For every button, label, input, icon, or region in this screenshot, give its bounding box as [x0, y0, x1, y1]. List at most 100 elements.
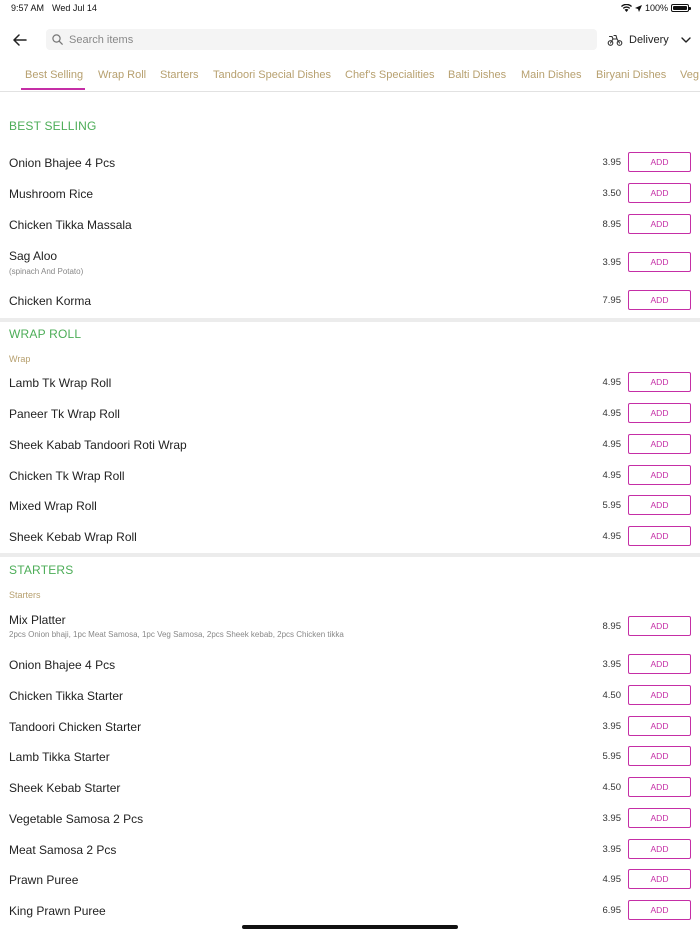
menu-item-name: Chicken Tikka Starter: [9, 689, 124, 703]
menu-item-price: 3.50: [602, 188, 622, 199]
menu-item-name: Prawn Puree: [9, 873, 79, 887]
menu-item-price: 8.95: [602, 219, 622, 230]
menu-item-price: 4.95: [602, 470, 622, 481]
menu-item-name: Lamb Tikka Starter: [9, 750, 110, 764]
delivery-selector[interactable]: Delivery: [607, 30, 691, 50]
status-bar: 9:57 AM Wed Jul 14 100%: [0, 0, 700, 18]
menu-item-price: 3.95: [602, 257, 622, 268]
menu-item-name: Chicken Korma: [9, 294, 92, 308]
wifi-icon: [620, 4, 632, 12]
add-button[interactable]: ADD: [628, 403, 691, 423]
chevron-down-icon: [681, 37, 691, 43]
add-button[interactable]: ADD: [628, 495, 691, 515]
add-button[interactable]: ADD: [628, 252, 691, 272]
menu-item-price: 3.95: [602, 721, 622, 732]
category-tabs: Best Selling Wrap Roll Starters Tandoori…: [0, 62, 700, 92]
status-right: 100%: [620, 3, 691, 13]
add-button[interactable]: ADD: [628, 746, 691, 766]
add-button[interactable]: ADD: [628, 808, 691, 828]
tab-chefs-specialities[interactable]: Chef's Specialities: [345, 69, 435, 89]
menu-item-price: 4.95: [602, 874, 622, 885]
section-divider: [0, 318, 700, 322]
section-subtitle: Wrap: [9, 354, 31, 364]
add-button[interactable]: ADD: [628, 869, 691, 889]
add-button[interactable]: ADD: [628, 616, 691, 636]
add-button[interactable]: ADD: [628, 900, 691, 920]
menu-item-price: 6.95: [602, 905, 622, 916]
search-icon: [52, 34, 63, 45]
menu-item-name: Onion Bhajee 4 Pcs: [9, 658, 116, 672]
status-time: 9:57 AM: [11, 3, 45, 13]
delivery-label: Delivery: [629, 34, 669, 46]
menu-item-name: Mushroom Rice: [9, 187, 94, 201]
back-button[interactable]: [10, 30, 30, 50]
tab-tandoori-special-dishes[interactable]: Tandoori Special Dishes: [213, 69, 331, 89]
status-date: Wed Jul 14: [52, 3, 97, 13]
battery-fill: [673, 6, 687, 10]
add-button[interactable]: ADD: [628, 839, 691, 859]
menu-item-name: Mixed Wrap Roll: [9, 499, 97, 513]
menu-item-price: 7.95: [602, 295, 622, 306]
menu-item-name: Chicken Tk Wrap Roll: [9, 469, 125, 483]
scooter-icon: [607, 34, 623, 46]
add-button[interactable]: ADD: [628, 372, 691, 392]
menu-item-price: 5.95: [602, 500, 622, 511]
search-box[interactable]: [46, 29, 597, 50]
add-button[interactable]: ADD: [628, 716, 691, 736]
tab-main-dishes[interactable]: Main Dishes: [521, 69, 582, 89]
menu-item-name: Vegetable Samosa 2 Pcs: [9, 812, 144, 826]
add-button[interactable]: ADD: [628, 465, 691, 485]
section-divider: [0, 553, 700, 557]
section-subtitle: Starters: [9, 590, 41, 600]
tab-best-selling[interactable]: Best Selling: [25, 69, 83, 89]
menu-item-price: 8.95: [602, 621, 622, 632]
menu-item-price: 3.95: [602, 157, 622, 168]
menu-item-description: 2pcs Onion bhaji, 1pc Meat Samosa, 1pc V…: [9, 630, 344, 639]
menu-item-price: 4.95: [602, 439, 622, 450]
menu-item-name: Lamb Tk Wrap Roll: [9, 376, 112, 390]
section-title-wrap-roll: WRAP ROLL: [9, 327, 82, 341]
menu-item-name: King Prawn Puree: [9, 904, 106, 918]
menu-item-name: Tandoori Chicken Starter: [9, 720, 142, 734]
location-arrow-icon: [634, 4, 642, 12]
add-button[interactable]: ADD: [628, 654, 691, 674]
menu-item-price: 4.50: [602, 782, 622, 793]
section-title-starters: STARTERS: [9, 563, 74, 577]
add-button[interactable]: ADD: [628, 685, 691, 705]
menu-item-description: (spinach And Potato): [9, 267, 84, 276]
section-title-best-selling: BEST SELLING: [9, 119, 97, 133]
home-indicator[interactable]: [242, 925, 458, 929]
menu-item-name: Sheek Kebab Starter: [9, 781, 121, 795]
menu-item-price: 4.95: [602, 408, 622, 419]
battery-percent: 100%: [644, 3, 668, 13]
menu-item-name: Meat Samosa 2 Pcs: [9, 843, 117, 857]
add-button[interactable]: ADD: [628, 214, 691, 234]
menu-item-price: 3.95: [602, 813, 622, 824]
active-tab-indicator: [21, 88, 85, 90]
menu-item-name: Mix Platter: [9, 613, 66, 627]
tab-starters[interactable]: Starters: [160, 69, 199, 89]
menu-item-price: 3.95: [602, 659, 622, 670]
menu-item-price: 4.95: [602, 377, 622, 388]
menu-item-price: 5.95: [602, 751, 622, 762]
tab-veg[interactable]: Veg: [680, 69, 699, 89]
add-button[interactable]: ADD: [628, 152, 691, 172]
add-button[interactable]: ADD: [628, 777, 691, 797]
tab-balti-dishes[interactable]: Balti Dishes: [448, 69, 506, 89]
menu-item-name: Sheek Kebab Wrap Roll: [9, 530, 137, 544]
tab-wrap-roll[interactable]: Wrap Roll: [98, 69, 146, 89]
arrow-left-icon: [13, 34, 27, 46]
menu-item-name: Onion Bhajee 4 Pcs: [9, 156, 116, 170]
add-button[interactable]: ADD: [628, 526, 691, 546]
add-button[interactable]: ADD: [628, 183, 691, 203]
add-button[interactable]: ADD: [628, 434, 691, 454]
menu-item-name: Chicken Tikka Massala: [9, 218, 132, 232]
menu-item-name: Sag Aloo: [9, 249, 58, 263]
search-input[interactable]: [69, 33, 569, 46]
tab-biryani-dishes[interactable]: Biryani Dishes: [596, 69, 666, 89]
menu-item-price: 4.50: [602, 690, 622, 701]
menu-item-name: Sheek Kabab Tandoori Roti Wrap: [9, 438, 187, 452]
menu-item-price: 3.95: [602, 844, 622, 855]
add-button[interactable]: ADD: [628, 290, 691, 310]
menu-item-price: 4.95: [602, 531, 622, 542]
